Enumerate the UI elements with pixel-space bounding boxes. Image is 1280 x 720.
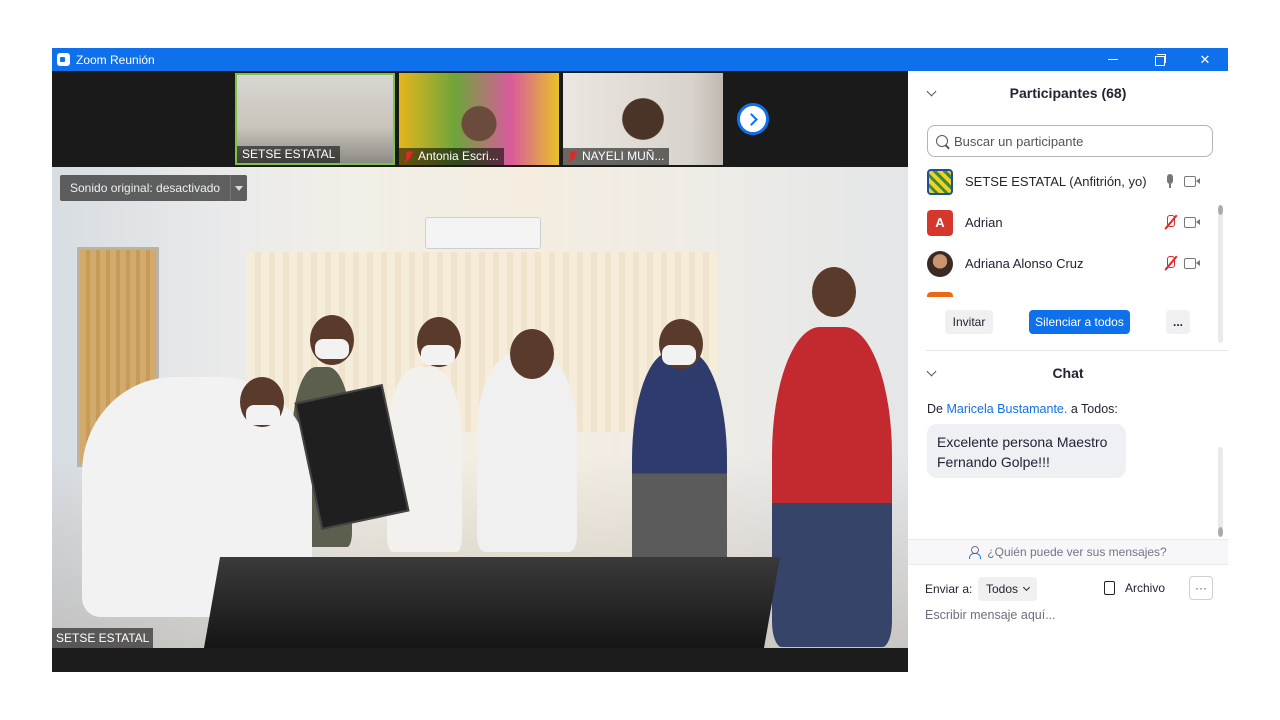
avatar: A [927,209,953,236]
thumbnail-name: Antonia Escri... [418,149,499,163]
send-to-label: Enviar a: [925,582,973,596]
video-scene-head [812,267,856,317]
mic-muted-icon[interactable] [1165,215,1175,229]
participant-row[interactable]: SETSE ESTATAL (Anfitrión, yo) [908,161,1220,202]
chevron-down-icon[interactable] [926,366,937,377]
camera-icon[interactable] [1184,175,1200,187]
more-button[interactable]: ... [1166,310,1190,334]
avatar [927,168,953,195]
invite-button[interactable]: Invitar [945,310,993,334]
minimize-icon[interactable] [1090,48,1136,71]
chat-message-input[interactable] [925,608,1215,622]
chat-message-meta: De Maricela Bustamante. a Todos: [927,402,1118,416]
video-scene-air-conditioner [425,217,541,249]
chat-send-row: Enviar a: Todos Archivo ··· [908,576,1228,602]
camera-icon[interactable] [1184,216,1200,228]
file-label: Archivo [1125,581,1166,595]
zoom-window: Zoom Reunión ✕ SETSE ESTATAL Antonia Esc… [52,48,1228,672]
chat-scrollbar[interactable] [1218,447,1223,537]
file-button[interactable]: Archivo [1104,581,1165,595]
participant-list: SETSE ESTATAL (Anfitrión, yo) A Adrian A… [908,161,1220,297]
restore-icon[interactable] [1136,48,1182,71]
video-scene-head [510,329,554,379]
video-scene-table [203,557,781,648]
chat-recipient: a Todos: [1070,402,1118,416]
avatar [927,291,953,297]
chevron-down-icon[interactable] [926,86,937,97]
chevron-down-icon [1022,583,1031,592]
chat-title: Chat [1052,365,1084,381]
mic-muted-icon [404,151,413,162]
chat-sender[interactable]: Maricela Bustamante. [946,402,1067,416]
zoom-app-icon [57,53,70,66]
thumbnail-label: SETSE ESTATAL [237,146,341,163]
chat-more-button[interactable]: ··· [1189,576,1213,600]
thumbnail-name: NAYELI MUÑ... [582,149,665,163]
participant-row[interactable] [908,284,1220,297]
main-speaker-label: SETSE ESTATAL [52,628,154,648]
participants-title: Participantes (68) [1009,85,1127,101]
participant-search-input[interactable] [954,133,1194,149]
original-sound-label: Sonido original: desactivado [70,181,221,195]
next-page-button[interactable] [737,103,769,135]
thumbnail-strip: SETSE ESTATAL Antonia Escri... NAYELI MU… [52,71,908,167]
participant-row[interactable]: A Adrian [908,202,1220,243]
thumbnail-name: SETSE ESTATAL [242,147,336,161]
video-scene-person [772,327,892,647]
title-bar: Zoom Reunión ✕ [52,48,1228,71]
participants-header: Participantes (68) [908,73,1228,113]
close-icon[interactable]: ✕ [1182,48,1228,71]
window-title: Zoom Reunión [76,52,155,67]
participant-search[interactable] [927,125,1213,157]
mic-muted-icon [568,151,577,162]
chat-message-bubble: Excelente persona Maestro Fernando Golpe… [927,424,1126,478]
video-scene-mask [662,345,696,365]
search-icon [936,135,948,147]
video-scene-mask [421,345,455,365]
video-scene-mask [315,339,349,359]
mic-muted-icon[interactable] [1165,256,1175,270]
video-scene-mask [246,405,280,425]
original-sound-toggle[interactable]: Sonido original: desactivado [60,175,248,201]
chat-privacy-link[interactable]: ¿Quién puede ver sus mensajes? [908,539,1228,565]
people-icon [969,546,982,559]
camera-icon[interactable] [1184,257,1200,269]
participant-thumbnail[interactable]: Antonia Escri... [399,73,559,165]
send-to-value: Todos [986,582,1019,596]
file-icon [1104,581,1115,595]
chat-privacy-text: ¿Quién puede ver sus mensajes? [987,545,1167,559]
mute-all-button[interactable]: Silenciar a todos [1029,310,1130,334]
video-scene-person [477,352,577,552]
divider [926,350,1228,351]
participant-thumbnail[interactable]: NAYELI MUÑ... [563,73,723,165]
mic-icon[interactable] [1165,174,1175,188]
chat-header: Chat [908,353,1228,393]
thumbnail-label: Antonia Escri... [399,148,504,165]
participant-actions: Invitar Silenciar a todos ... [908,310,1228,336]
main-video: Sonido original: desactivado SETSE ESTAT… [52,167,908,648]
avatar [927,250,953,277]
chat-from-prefix: De [927,402,943,416]
video-bottom-bar [52,648,908,672]
video-area: SETSE ESTATAL Antonia Escri... NAYELI MU… [52,71,908,672]
participant-row[interactable]: Adriana Alonso Cruz [908,243,1220,284]
send-to-dropdown[interactable]: Todos [978,577,1038,601]
sidebar: Participantes (68) SETSE ESTATAL (Anfitr… [908,71,1228,672]
chevron-down-icon[interactable] [230,175,247,201]
thumbnail-label: NAYELI MUÑ... [563,148,670,165]
participant-thumbnail[interactable]: SETSE ESTATAL [235,73,395,165]
